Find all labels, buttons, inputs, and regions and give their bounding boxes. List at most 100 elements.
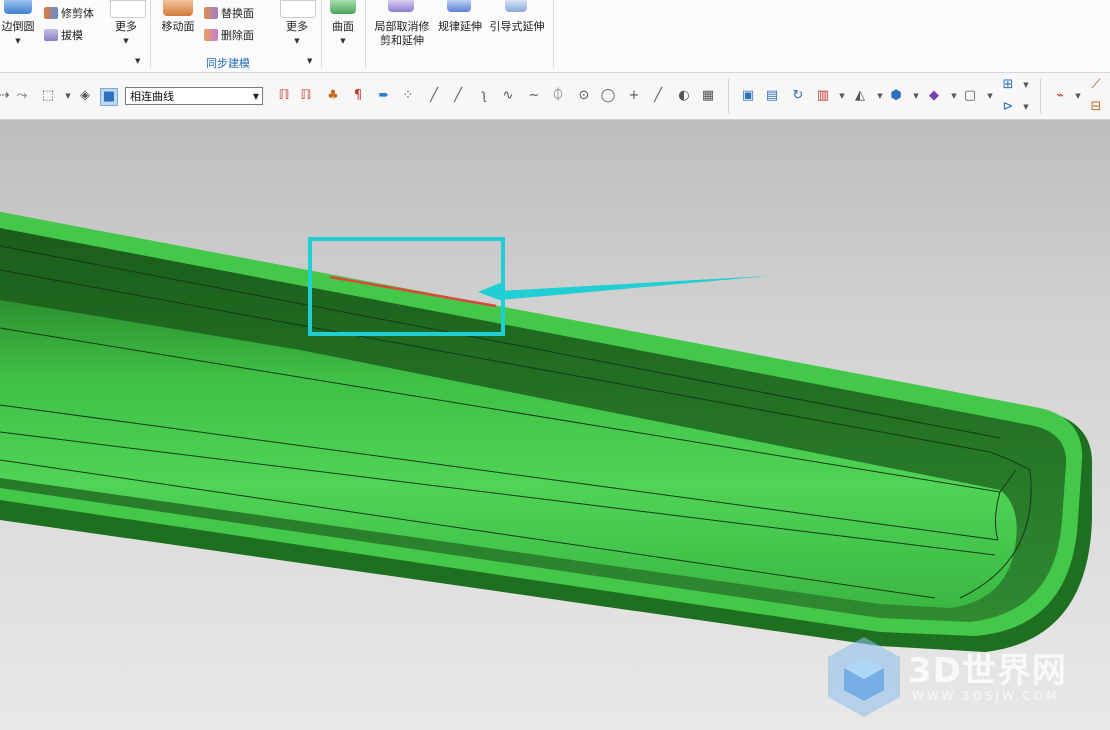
move-face-label: 移动面 <box>161 20 195 33</box>
local-untrim-extend-button[interactable]: 局部取消修 剪和延伸 <box>372 20 432 48</box>
chevron-down-icon[interactable]: ▼ <box>1070 88 1086 104</box>
point-cloud-icon[interactable]: ⁘ <box>400 88 416 104</box>
law-extension-button[interactable]: 规律延伸 <box>436 20 484 34</box>
more-icon[interactable] <box>280 0 316 18</box>
measure-icon[interactable]: ¶ <box>350 88 366 104</box>
ribbon: 边倒圆 ▼ 修剪体 拔模 更多 ▼ ▼ 移动面 替换面 删除面 更多 ▼ 同步建… <box>0 0 1110 73</box>
delete-face-icon <box>204 29 218 41</box>
move-face-icon[interactable] <box>163 0 193 16</box>
local-untrim-label-2: 剪和延伸 <box>380 34 424 47</box>
group-expand-icon[interactable]: ▼ <box>135 57 140 65</box>
chevron-down-icon[interactable]: ▼ <box>60 88 76 104</box>
replace-face-icon <box>204 7 218 19</box>
selection-toolbar: ⇢ ⤳ ⬚ ▼ ◈ ■ 相连曲线 ▼ ℿ ℿ ♣ ¶ ➨ ⁘ ╱ ╱ ʅ ∿ ∼… <box>0 73 1110 120</box>
face-icon[interactable]: ◐ <box>676 88 692 104</box>
chevron-down-icon[interactable]: ▼ <box>908 88 924 104</box>
chevron-down-icon[interactable]: ▼ <box>872 88 888 104</box>
chevron-down-icon: ▼ <box>123 37 129 45</box>
chevron-down-icon[interactable]: ▼ <box>982 88 998 104</box>
watermark-brand: 3D世界网 <box>908 651 1067 691</box>
draft-label: 拔模 <box>61 29 83 42</box>
ruler-icon[interactable]: ⊟ <box>1088 99 1104 115</box>
surface-button[interactable]: 曲面 ▼ <box>325 20 361 48</box>
edge-blend-button[interactable]: 边倒圆 ▼ <box>0 20 36 48</box>
wave-icon[interactable]: ∼ <box>526 88 542 104</box>
delete-face-label: 删除面 <box>221 29 254 42</box>
line-3-icon[interactable]: ╱ <box>650 88 666 104</box>
follow-fillet-icon[interactable]: ℿ <box>298 88 314 104</box>
chevron-down-icon[interactable]: ▼ <box>946 88 962 104</box>
guided-extension-button[interactable]: 引导式延伸 <box>488 20 546 34</box>
watermark-cube-icon <box>828 637 900 717</box>
render-style-icon[interactable]: ◭ <box>852 88 868 104</box>
feature-icon[interactable]: ♣ <box>325 88 341 104</box>
snap-icon[interactable]: ⤳ <box>14 88 30 104</box>
circle-center-icon[interactable]: ⊙ <box>576 88 592 104</box>
surface-icon[interactable] <box>330 0 356 14</box>
dimension-icon[interactable]: ⟋ <box>1088 77 1104 93</box>
chevron-down-icon: ▼ <box>15 37 21 45</box>
body-filter-icon[interactable]: ◈ <box>77 88 93 104</box>
curve-rule-select[interactable]: 相连曲线 ▼ <box>125 87 263 105</box>
color-icon[interactable]: ◆ <box>926 88 942 104</box>
shaded-icon[interactable]: ⬢ <box>888 88 904 104</box>
trim-body-icon <box>44 7 58 19</box>
delete-face-button[interactable]: 删除面 <box>204 27 254 43</box>
guided-extension-icon[interactable] <box>505 0 527 12</box>
arrow-right-icon[interactable]: ➨ <box>376 88 392 104</box>
zoom-icon[interactable]: ▤ <box>764 88 780 104</box>
fit-view-icon[interactable]: ▣ <box>740 88 756 104</box>
law-extension-icon[interactable] <box>447 0 471 12</box>
annotation-arrow <box>480 276 768 300</box>
more-icon[interactable] <box>110 0 146 18</box>
edge-blend-icon[interactable] <box>4 0 32 14</box>
rotate-icon[interactable]: ↻ <box>790 88 806 104</box>
line-2-icon[interactable]: ╱ <box>450 88 466 104</box>
trim-body-button[interactable]: 修剪体 <box>44 5 94 21</box>
local-untrim-label-1: 局部取消修 <box>374 20 430 33</box>
background-icon[interactable]: ▢ <box>962 88 978 104</box>
intersection-icon[interactable]: ⏀ <box>550 88 566 104</box>
spline-icon[interactable]: ∿ <box>500 88 516 104</box>
chevron-down-icon: ▼ <box>294 37 300 45</box>
circle-icon[interactable]: ◯ <box>600 88 616 104</box>
sync-modeling-group-label: 同步建模 <box>206 57 250 70</box>
edge-blend-label: 边倒圆 <box>1 20 35 33</box>
draft-icon <box>44 29 58 41</box>
watermark: 3D世界网 WWW.3DSJW.COM <box>826 635 1096 720</box>
rectangle-select-icon[interactable]: ⬚ <box>40 88 56 104</box>
chevron-down-icon: ▼ <box>340 37 346 45</box>
chevron-down-icon[interactable]: ▼ <box>1018 77 1034 93</box>
law-extension-label: 规律延伸 <box>438 20 482 33</box>
chevron-down-icon: ▼ <box>252 92 259 101</box>
trim-body-label: 修剪体 <box>61 7 94 20</box>
arrow-icon[interactable]: ⇢ <box>0 88 12 104</box>
annotation-arrowhead <box>478 281 505 302</box>
watermark-url: WWW.3DSJW.COM <box>912 689 1060 703</box>
line-icon[interactable]: ╱ <box>426 88 442 104</box>
chevron-down-icon[interactable]: ▼ <box>1018 99 1034 115</box>
replace-face-button[interactable]: 替换面 <box>204 5 254 21</box>
group-expand-icon[interactable]: ▼ <box>307 57 312 65</box>
more-label-2: 更多 <box>286 20 308 33</box>
local-untrim-icon[interactable] <box>388 0 414 12</box>
more-label-1: 更多 <box>115 20 137 33</box>
chevron-down-icon[interactable]: ▼ <box>834 88 850 104</box>
layer-icon[interactable]: ⊞ <box>1000 77 1016 93</box>
orient-icon[interactable]: ▥ <box>815 88 831 104</box>
more-button-2[interactable]: 更多 ▼ <box>279 20 315 48</box>
stop-at-intersection-icon[interactable]: ℿ <box>276 88 292 104</box>
wcs-icon[interactable]: ⊳ <box>1000 99 1016 115</box>
analysis-icon[interactable]: ⌁ <box>1052 88 1068 104</box>
replace-face-label: 替换面 <box>221 7 254 20</box>
curve-rule-value: 相连曲线 <box>130 90 174 103</box>
face-filter-icon[interactable]: ■ <box>100 88 118 106</box>
curve-icon[interactable]: ʅ <box>476 88 492 104</box>
move-face-button[interactable]: 移动面 <box>158 20 198 34</box>
grid-icon[interactable]: ▦ <box>700 88 716 104</box>
draft-button[interactable]: 拔模 <box>44 27 83 43</box>
more-button-1[interactable]: 更多 ▼ <box>108 20 144 48</box>
guided-extension-label: 引导式延伸 <box>489 20 545 33</box>
plus-icon[interactable]: + <box>626 88 642 104</box>
surface-label: 曲面 <box>332 20 354 33</box>
